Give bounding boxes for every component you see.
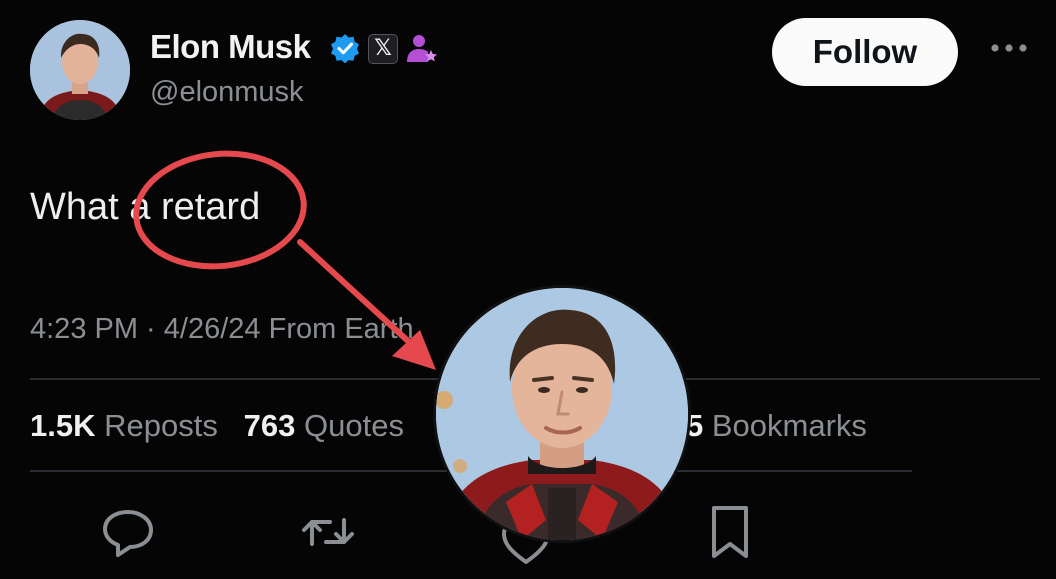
tweet-date[interactable]: 4/26/24: [164, 313, 261, 345]
reposts-count[interactable]: 1.5K: [30, 408, 95, 443]
reply-icon[interactable]: [96, 500, 160, 564]
bookmarks-stat[interactable]: 5 Bookmarks: [686, 408, 867, 444]
meta-separator: ·: [138, 313, 164, 345]
author-avatar[interactable]: [30, 20, 130, 120]
quotes-count[interactable]: 763: [244, 408, 296, 443]
quotes-label[interactable]: Quotes: [295, 408, 404, 443]
bookmark-icon[interactable]: [698, 500, 762, 564]
profile-photo-overlay: [436, 288, 688, 540]
tweet-stats: 1.5K Reposts 763 Quotes: [30, 408, 404, 444]
author-handle[interactable]: @elonmusk: [150, 76, 304, 109]
reposts-label[interactable]: Reposts: [95, 408, 218, 443]
bookmarks-count: 5: [686, 408, 704, 443]
repost-icon[interactable]: [296, 500, 360, 564]
tweet-text-start: What: [30, 186, 130, 228]
tweet-meta: 4:23 PM · 4/26/24 From Earth: [30, 313, 414, 346]
x-affiliation-icon: 𝕏: [368, 34, 398, 64]
bookmarks-label: Bookmarks: [703, 408, 867, 443]
author-name[interactable]: Elon Musk: [150, 28, 311, 66]
tweet-time[interactable]: 4:23 PM: [30, 313, 138, 345]
tweet-text: What a retard: [30, 186, 260, 229]
verified-badge-icon: [330, 33, 360, 64]
affiliate-person-icon: [405, 32, 439, 66]
follow-button[interactable]: Follow: [772, 18, 958, 86]
tweet-source: From Earth: [260, 313, 414, 345]
tweet-text-circled: a retard: [129, 186, 261, 228]
more-icon[interactable]: [986, 36, 1032, 60]
